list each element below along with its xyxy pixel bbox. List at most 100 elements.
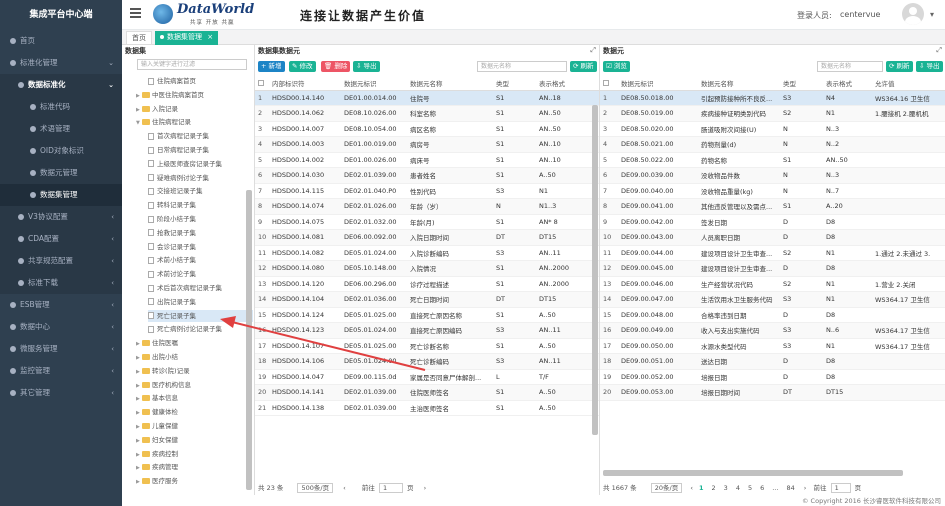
sidebar-item-6[interactable]: 数据元管理 <box>0 162 122 184</box>
table-row[interactable]: 7 HDSD00.14.115 DE02.01.040.P0 性别代码 S3 N1 <box>255 183 599 199</box>
tree-node[interactable]: 住院病案首页 <box>148 75 196 88</box>
page-number[interactable]: 6 <box>760 484 764 492</box>
table-row[interactable]: 13 HDSD00.14.120 DE06.00.296.00 诊疗过程描述 S1 AN.… <box>255 276 599 292</box>
table-row[interactable]: 12 HDSD00.14.080 DE05.10.148.00 入院情况 S1 AN..2… <box>255 260 599 277</box>
delete-button[interactable]: 🗑 删除 <box>321 61 351 72</box>
table-row[interactable]: 17 DE09.00.050.00 水源水类型代码 S3 N1 WS364.17 卫生信 <box>600 338 945 354</box>
sidebar-item-3[interactable]: 标准代码 <box>0 96 122 118</box>
page-number[interactable]: 84 <box>786 484 794 492</box>
select-all-checkbox[interactable] <box>258 80 264 87</box>
user-menu-caret[interactable]: ▾ <box>930 10 934 19</box>
page-number[interactable]: 4 <box>736 484 740 492</box>
column-header[interactable]: 数据元标识 <box>618 77 698 91</box>
tree-node[interactable]: ▶ 医疗服务 <box>136 475 178 488</box>
expand-icon[interactable]: ⤢ <box>936 46 942 55</box>
page-size-select[interactable]: 500条/页 <box>297 483 334 493</box>
table-row[interactable]: 16 HDSD00.14.123 DE05.01.024.00 直接死亡原因编码 S3 A… <box>255 322 599 339</box>
page-number[interactable]: 1 <box>699 484 704 492</box>
column-header[interactable]: 表示格式 <box>536 77 599 91</box>
sidebar-item-12[interactable]: ESB管理 ‹ <box>0 294 122 316</box>
tree-node[interactable]: ▶ 医疗机构信息 <box>136 379 191 392</box>
tree-node[interactable]: 日常病程记录子集 <box>148 144 209 157</box>
sidebar-item-11[interactable]: 标准下载 ‹ <box>0 272 122 294</box>
add-button[interactable]: + 新增 <box>258 61 285 72</box>
page-input[interactable]: 1 <box>378 483 403 493</box>
tree-node[interactable]: 阶段小结子集 <box>148 213 196 226</box>
tree-node[interactable]: ▶ 出院小结 <box>136 351 178 364</box>
tab-dataset[interactable]: 数据集管理 × <box>155 31 219 45</box>
page-size-select[interactable]: 20条/页 <box>650 483 683 493</box>
table-row[interactable]: 19 HDSD00.14.047 DE09.00.115.0d 家属是否同意尸体解剖.… <box>255 369 599 385</box>
tree-node[interactable]: ▶ 入院记录 <box>136 103 178 116</box>
tree-node[interactable]: ▶ 基本信息 <box>136 392 178 405</box>
sidebar-item-2[interactable]: 数据标准化 ⌄ <box>0 74 122 96</box>
select-all-checkbox[interactable] <box>603 80 609 87</box>
table-row[interactable]: 4 DE08.50.021.00 药物剂量(d) N N..2 <box>600 136 945 153</box>
table-row[interactable]: 11 HDSD00.14.082 DE05.01.024.00 入院诊断编码 S3 AN.… <box>255 245 599 261</box>
next-page-button[interactable]: › <box>424 484 427 492</box>
table-row[interactable]: 10 HDSD00.14.081 DE06.00.092.00 入院日期时间 DT DT1… <box>255 229 599 246</box>
next-page-button[interactable]: › <box>804 484 807 492</box>
table-row[interactable]: 17 HDSD00.14.107 DE05.01.025.00 死亡诊断名称 S1 A..… <box>255 338 599 354</box>
sidebar-item-13[interactable]: 数据中心 ‹ <box>0 316 122 338</box>
page-number[interactable]: 3 <box>724 484 728 492</box>
right-h-scrollbar[interactable] <box>603 470 903 476</box>
table-row[interactable]: 7 DE09.00.040.00 没收物品重量(kg) N N..7 <box>600 183 945 199</box>
sidebar-item-14[interactable]: 微服务管理 ‹ <box>0 338 122 360</box>
tree-node[interactable]: 死亡记录子集 <box>148 309 253 323</box>
table-row[interactable]: 1 HDSD00.14.140 DE01.00.014.00 住院号 S1 AN..18 <box>255 90 599 106</box>
tree-node[interactable]: 出院记录子集 <box>148 296 196 309</box>
sidebar-item-9[interactable]: CDA配置 ‹ <box>0 228 122 250</box>
table-row[interactable]: 20 DE09.00.053.00 培报日期时间 DT DT15 <box>600 384 945 401</box>
tree-node[interactable]: 疑难病例讨论子集 <box>148 172 209 185</box>
table-row[interactable]: 12 DE09.00.045.00 建设项目设计卫生审查... D D8 <box>600 260 945 277</box>
sidebar-item-0[interactable]: 首页 <box>0 30 122 52</box>
table-row[interactable]: 11 DE09.00.044.00 建设项目设计卫生审查... S2 N1 1.通过 2.… <box>600 245 945 261</box>
table-row[interactable]: 14 DE09.00.047.00 生活饮用水卫生服务代码 S3 N1 WS364.17 … <box>600 291 945 308</box>
tree-node[interactable]: 术前小结子集 <box>148 254 196 267</box>
table-row[interactable]: 6 DE09.00.039.00 没收物品件数 N N..3 <box>600 167 945 184</box>
tree-node[interactable]: 首次病程记录子集 <box>148 130 209 143</box>
table-row[interactable]: 21 HDSD00.14.138 DE02.01.039.00 主治医师签名 S1 A..… <box>255 400 599 416</box>
tree-node[interactable]: 上级医师查房记录子集 <box>148 158 222 171</box>
sidebar-item-10[interactable]: 共享规范配置 ‹ <box>0 250 122 272</box>
sidebar-item-16[interactable]: 其它管理 ‹ <box>0 382 122 404</box>
tree-node[interactable]: ▶ 疾病管理 <box>136 461 178 474</box>
tree-node[interactable]: 术后首次病程记录子集 <box>148 282 222 295</box>
avatar[interactable] <box>902 3 924 25</box>
table-row[interactable]: 20 HDSD00.14.141 DE02.01.039.00 住院医师签名 S1 A..… <box>255 384 599 401</box>
column-header[interactable]: 内部标识符 <box>269 77 341 91</box>
table-row[interactable]: 14 HDSD00.14.104 DE02.01.036.00 死亡日期时间 DT DT1… <box>255 291 599 308</box>
table-row[interactable]: 15 DE09.00.048.00 合格率违到日期 D D8 <box>600 307 945 323</box>
middle-scrollbar[interactable] <box>592 105 598 435</box>
tree-node[interactable]: 转科记录子集 <box>148 199 196 212</box>
column-header[interactable]: 类型 <box>493 77 536 91</box>
table-row[interactable]: 8 DE09.00.041.00 其他违反管理以及需点... S1 A..20 <box>600 198 945 215</box>
middle-refresh-button[interactable]: ⟳ 刷新 <box>570 61 597 72</box>
right-search-input[interactable]: 数据元名称 <box>817 61 883 72</box>
page-input[interactable]: 1 <box>830 483 851 493</box>
tree-scrollbar[interactable] <box>246 190 252 490</box>
table-row[interactable]: 2 HDSD00.14.062 DE08.10.026.00 科室名称 S1 AN..50 <box>255 105 599 122</box>
column-header[interactable]: 数据元标识 <box>341 77 407 91</box>
edit-button[interactable]: ✎ 修改 <box>289 61 316 72</box>
tree-node[interactable]: 抢救记录子集 <box>148 227 196 240</box>
column-header[interactable]: 数据元名称 <box>698 77 780 91</box>
column-header[interactable]: 允许值 <box>872 77 945 91</box>
sidebar-item-15[interactable]: 监控管理 ‹ <box>0 360 122 382</box>
tab-home[interactable]: 首页 <box>126 31 152 45</box>
page-number[interactable]: 2 <box>712 484 716 492</box>
table-row[interactable]: 1 DE08.50.018.00 引起预防接种所不良反... S3 N4 WS364.16… <box>600 90 945 106</box>
prev-page-button[interactable]: ‹ <box>690 484 693 492</box>
table-row[interactable]: 6 HDSD00.14.030 DE02.01.039.00 患者姓名 S1 A..50 <box>255 167 599 184</box>
column-header[interactable]: 数据元名称 <box>407 77 493 91</box>
column-header[interactable]: 类型 <box>780 77 823 91</box>
table-row[interactable]: 9 HDSD00.14.075 DE02.01.032.00 年龄(月) S1 AN* 8 <box>255 214 599 230</box>
table-row[interactable]: 4 HDSD00.14.003 DE01.00.019.00 病房号 S1 AN..10 <box>255 136 599 153</box>
tree-node[interactable]: ▶ 妇女保健 <box>136 434 178 447</box>
tree-node[interactable]: ▶ 中医住院病案首页 <box>136 89 204 102</box>
browse-button[interactable]: ☑ 浏览 <box>603 61 630 72</box>
tree-node[interactable]: ▶ 疾病控制 <box>136 448 178 461</box>
table-row[interactable]: 18 DE09.00.051.00 送达日期 D D8 <box>600 353 945 370</box>
table-row[interactable]: 3 DE08.50.020.00 肠道吸附次间接(U) N N..3 <box>600 121 945 137</box>
